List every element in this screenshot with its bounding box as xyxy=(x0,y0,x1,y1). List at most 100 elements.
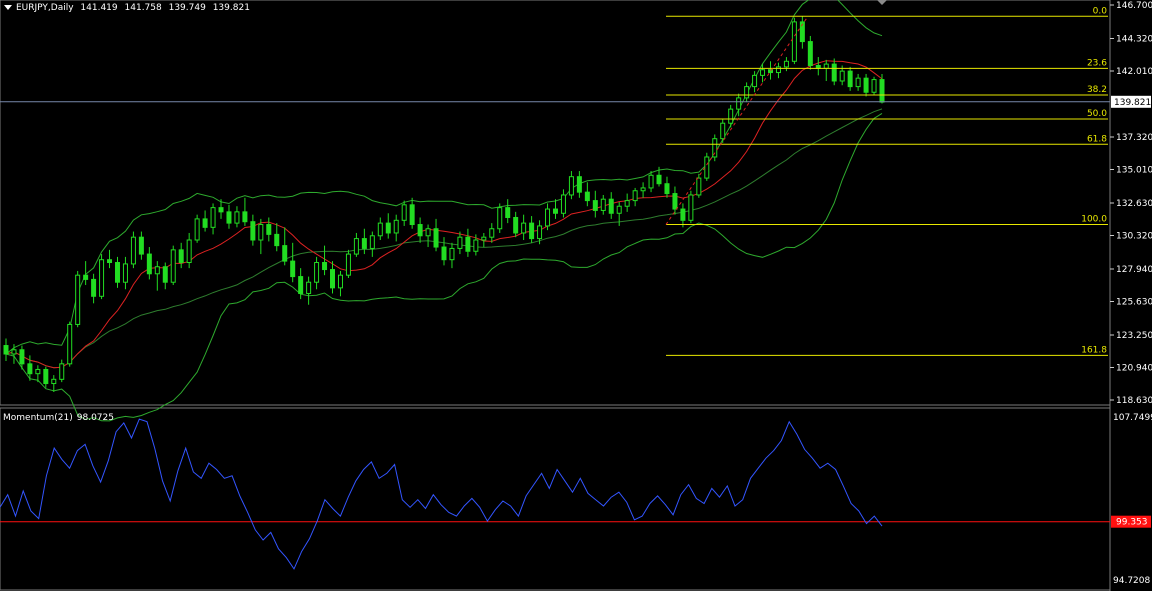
dropdown-triangle-icon[interactable] xyxy=(4,4,12,10)
close-value: 139.821 xyxy=(212,3,250,13)
fib-trend-line xyxy=(665,15,809,225)
candlestick-series xyxy=(3,16,885,392)
candle-body xyxy=(720,122,726,140)
candle-body xyxy=(608,198,614,214)
candle-body xyxy=(624,200,630,207)
candle-body xyxy=(385,222,391,234)
candle-body xyxy=(584,191,590,202)
price-tick-label: 120.940 xyxy=(1116,363,1152,373)
candle-body xyxy=(11,349,17,355)
candle-body xyxy=(847,70,853,88)
candle-body xyxy=(43,368,49,385)
momentum-level-label: 99.353 xyxy=(1116,518,1148,528)
candle-body xyxy=(664,183,670,195)
price-tick-label: 127.940 xyxy=(1116,265,1152,275)
candle-body xyxy=(529,222,535,240)
fib-level-label: 23.6 xyxy=(1087,58,1107,68)
fast-ma-line xyxy=(5,60,883,369)
candle-body xyxy=(704,156,710,179)
candle-body xyxy=(369,235,375,249)
candle-body xyxy=(457,236,463,249)
candle-body xyxy=(632,190,638,202)
candle-body xyxy=(146,253,152,275)
candle-body xyxy=(19,349,25,365)
candle-body xyxy=(242,211,248,223)
candle-body xyxy=(473,239,479,252)
candle-body xyxy=(298,276,304,294)
chart-canvas: 0.0 23.6 38.2 50.0 61.8 100.0 161.8 146.700 144… xyxy=(0,0,1152,591)
candle-body xyxy=(99,259,105,297)
chart-header: EURJPY,Daily 141.419 141.758 139.749 139… xyxy=(2,2,254,14)
candle-body xyxy=(130,236,136,265)
candle-body xyxy=(600,198,606,211)
candle-body xyxy=(210,207,216,228)
candle-body xyxy=(656,174,662,185)
momentum-last-value: 98.0725 xyxy=(76,413,114,423)
price-tick-label: 135.010 xyxy=(1116,166,1152,176)
candle-body xyxy=(855,77,861,88)
candle-body xyxy=(266,224,272,235)
open-value: 141.419 xyxy=(80,3,118,13)
candle-body xyxy=(696,177,702,196)
current-price-label: 139.821 xyxy=(1114,98,1151,108)
candle-body xyxy=(497,207,503,230)
high-value: 141.758 xyxy=(124,3,162,13)
candle-body xyxy=(401,204,407,221)
momentum-header: Momentum(21) 98.0725 xyxy=(3,412,118,424)
candle-body xyxy=(505,207,511,218)
price-tick-label: 125.630 xyxy=(1116,297,1152,307)
upper-band-line xyxy=(5,0,883,355)
fibonacci-retracement[interactable]: 0.0 23.6 38.2 50.0 61.8 100.0 161.8 xyxy=(665,6,1108,356)
candle-body xyxy=(863,77,869,93)
candle-body xyxy=(67,323,73,365)
candle-body xyxy=(680,208,686,221)
candle-body xyxy=(194,218,200,241)
candle-body xyxy=(513,216,519,234)
candle-body xyxy=(545,208,551,227)
candle-body xyxy=(791,21,797,62)
moving-averages xyxy=(5,60,883,369)
candle-body xyxy=(138,236,144,255)
candle-body xyxy=(377,222,383,237)
candle-body xyxy=(202,218,208,228)
candle-body xyxy=(592,200,598,211)
symbol-label: EURJPY,Daily xyxy=(16,3,74,13)
candle-body xyxy=(616,205,622,214)
candle-body xyxy=(552,208,558,214)
candle-body xyxy=(768,69,774,74)
candle-body xyxy=(282,245,288,262)
candle-body xyxy=(560,194,566,214)
candle-body xyxy=(783,60,789,68)
fib-level-label: 50.0 xyxy=(1087,109,1107,119)
candle-body xyxy=(537,225,543,240)
candle-body xyxy=(871,79,877,93)
momentum-title: Momentum(21) xyxy=(3,413,73,423)
candle-body xyxy=(59,363,65,380)
price-tick-label: 118.630 xyxy=(1116,396,1152,406)
candle-body xyxy=(775,66,781,74)
candle-body xyxy=(3,345,9,355)
candle-body xyxy=(114,262,120,283)
candle-body xyxy=(831,63,837,82)
main-window-frame xyxy=(0,0,1111,591)
candle-body xyxy=(27,363,33,375)
candle-body xyxy=(568,176,574,196)
candle-body xyxy=(393,219,399,234)
candle-body xyxy=(807,41,813,67)
candle-body xyxy=(306,281,312,294)
price-axis: 146.700 144.320 142.010 139.821 137.320 135.0… xyxy=(1110,1,1152,406)
price-tick-label: 144.320 xyxy=(1116,34,1152,44)
fib-level-label: 100.0 xyxy=(1081,215,1107,225)
fib-level-label: 38.2 xyxy=(1087,85,1107,95)
candle-body xyxy=(337,274,343,289)
candle-body xyxy=(648,174,654,189)
price-tick-label: 123.250 xyxy=(1116,331,1152,341)
candle-body xyxy=(736,97,742,110)
candle-body xyxy=(417,224,423,237)
candle-body xyxy=(250,221,256,241)
chart-shift-marker[interactable] xyxy=(877,0,887,5)
candle-body xyxy=(186,239,192,264)
candle-body xyxy=(345,253,351,276)
momentum-indicator xyxy=(0,418,1110,570)
candle-body xyxy=(178,249,184,264)
